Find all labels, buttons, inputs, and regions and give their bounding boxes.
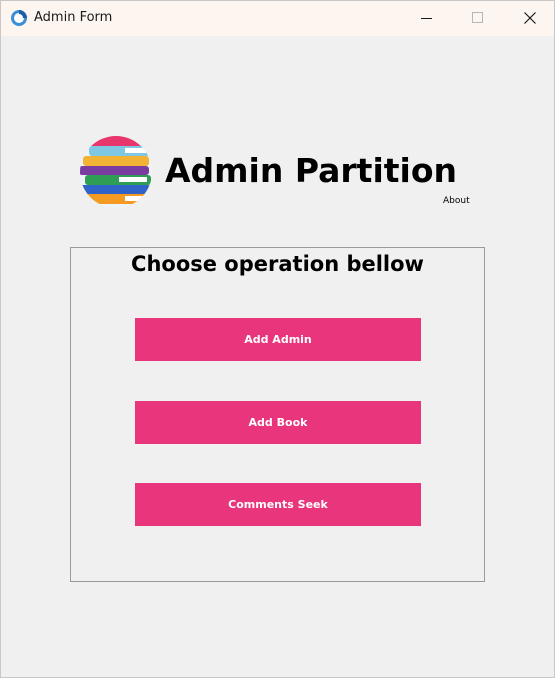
- close-icon: [524, 12, 536, 24]
- close-button[interactable]: [507, 1, 553, 36]
- comments-seek-button[interactable]: Comments Seek: [135, 483, 421, 526]
- add-admin-button[interactable]: Add Admin: [135, 318, 421, 361]
- app-icon: [10, 9, 28, 27]
- books-stack-icon: [79, 130, 154, 210]
- maximize-button[interactable]: [455, 1, 501, 36]
- add-book-button[interactable]: Add Book: [135, 401, 421, 444]
- admin-form-window: Admin Form Admin Partition About Choose …: [0, 0, 555, 678]
- window-title: Admin Form: [34, 10, 113, 25]
- maximize-icon: [472, 12, 483, 23]
- title-bar[interactable]: Admin Form: [1, 1, 554, 36]
- minimize-icon: [421, 18, 432, 19]
- page-title: Admin Partition: [165, 151, 458, 190]
- panel-title: Choose operation bellow: [131, 252, 424, 276]
- operations-panel: Choose operation bellow Add Admin Add Bo…: [70, 247, 485, 582]
- about-link[interactable]: About: [443, 196, 470, 206]
- minimize-button[interactable]: [404, 1, 450, 36]
